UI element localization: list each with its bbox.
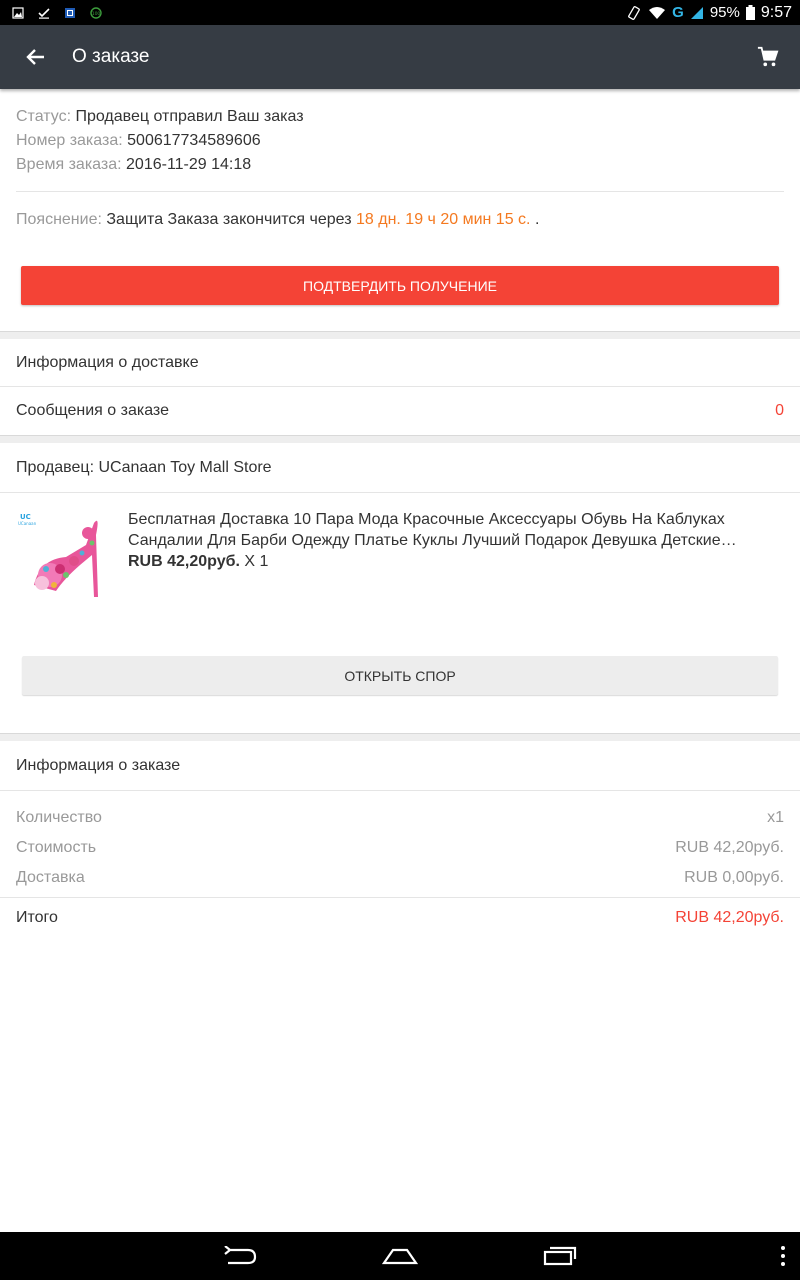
nav-recents-icon (543, 1246, 577, 1266)
order-time-label: Время заказа: (16, 156, 122, 173)
note-text: Защита Заказа закончится через (106, 211, 352, 228)
page-title: О заказе (72, 46, 150, 67)
summary-shipping-value: RUB 0,00руб. (684, 869, 784, 886)
order-messages-link[interactable]: Сообщения о заказе 0 (0, 387, 800, 435)
network-type: G (672, 4, 684, 21)
order-number-value: 500617734589606 (127, 132, 261, 149)
seller-label: Продавец: UCanaan Toy Mall Store (16, 458, 272, 476)
summary-cost-label: Стоимость (16, 839, 97, 856)
section-gap (0, 435, 800, 443)
summary-quantity-value: x1 (767, 809, 784, 826)
rotate-icon (628, 5, 641, 20)
note-label: Пояснение: (16, 211, 102, 228)
nav-home-button[interactable] (320, 1232, 480, 1280)
protection-note: Пояснение: Защита Заказа закончится чере… (16, 208, 784, 232)
section-gap (0, 733, 800, 741)
status-bar: 100 G 95% 9:57 (0, 0, 800, 25)
svg-text:UC: UC (20, 513, 31, 521)
order-details: Статус: Продавец отправил Ваш заказ Номе… (0, 89, 800, 938)
product-price-line: RUB 42,20руб. X 1 (128, 551, 784, 572)
cart-button[interactable] (736, 25, 800, 89)
app-notification-icon (65, 7, 75, 18)
summary-shipping-row: Доставка RUB 0,00руб. (0, 863, 800, 893)
wifi-icon (649, 6, 666, 19)
open-dispute-button[interactable]: ОТКРЫТЬ СПОР (22, 656, 778, 695)
delivery-info-link[interactable]: Информация о доставке (0, 339, 800, 387)
order-time-value: 2016-11-29 14:18 (126, 156, 252, 173)
product-info: Бесплатная Доставка 10 Пара Мода Красочн… (128, 509, 784, 628)
status-label: Статус: (16, 108, 72, 125)
download-done-icon (38, 7, 50, 19)
nav-home-icon (381, 1248, 419, 1265)
order-number-label: Номер заказа: (16, 132, 123, 149)
battery-saver-icon: 100 (90, 6, 102, 19)
summary-quantity-row: Количество x1 (0, 803, 800, 833)
summary-cost-row: Стоимость RUB 42,20руб. (0, 833, 800, 863)
clock: 9:57 (760, 3, 792, 21)
battery-icon (745, 5, 755, 20)
nav-back-button[interactable] (160, 1232, 320, 1280)
order-info-header: Информация о заказе (0, 741, 800, 791)
status-value: Продавец отправил Ваш заказ (75, 108, 304, 125)
section-gap (0, 331, 800, 339)
svg-text:100: 100 (92, 10, 101, 16)
back-button[interactable] (0, 25, 72, 89)
note-end: . (534, 211, 540, 228)
summary-total-value: RUB 42,20руб. (675, 909, 784, 926)
product-price: RUB 42,20руб. (128, 553, 240, 570)
summary-total-label: Итого (16, 909, 58, 926)
confirm-receipt-button[interactable]: ПОДТВЕРДИТЬ ПОЛУЧЕНИЕ (21, 266, 779, 305)
order-info-title: Информация о заказе (16, 756, 181, 774)
seller-row[interactable]: Продавец: UCanaan Toy Mall Store (0, 443, 800, 493)
delivery-info-label: Информация о доставке (16, 353, 199, 371)
order-time-line: Время заказа: 2016-11-29 14:18 (16, 153, 784, 177)
status-line: Статус: Продавец отправил Ваш заказ (16, 105, 784, 129)
order-number-line: Номер заказа: 500617734589606 (16, 129, 784, 153)
signal-icon (690, 6, 703, 19)
divider (16, 191, 784, 192)
order-status-section: Статус: Продавец отправил Ваш заказ Номе… (0, 89, 800, 331)
app-toolbar: О заказе (0, 25, 800, 89)
summary-cost-value: RUB 42,20руб. (675, 839, 784, 856)
summary-shipping-label: Доставка (16, 869, 85, 886)
summary-total-row: Итого RUB 42,20руб. (0, 898, 800, 938)
product-image: UC UCanaan (18, 513, 98, 597)
nav-recents-button[interactable] (480, 1232, 640, 1280)
system-nav-bar (0, 1232, 800, 1280)
svg-text:UCanaan: UCanaan (18, 521, 37, 526)
order-messages-label: Сообщения о заказе (16, 402, 169, 419)
product-quantity: X 1 (244, 553, 269, 570)
product-thumbnail[interactable]: UC UCanaan (16, 509, 112, 605)
cart-icon (757, 46, 779, 67)
overflow-menu-icon[interactable] (780, 1246, 786, 1266)
protection-countdown: 18 дн. 19 ч 20 мин 15 с. (356, 211, 531, 228)
battery-percent: 95% (709, 4, 740, 21)
summary-quantity-label: Количество (16, 809, 102, 826)
nav-back-icon (224, 1246, 257, 1265)
image-notification-icon (12, 6, 24, 19)
arrow-back-icon (26, 49, 44, 65)
product-item[interactable]: UC UCanaan Бесплатная Доставка 10 Пара М… (0, 493, 800, 628)
product-title: Бесплатная Доставка 10 Пара Мода Красочн… (128, 511, 725, 549)
messages-count: 0 (775, 402, 784, 419)
